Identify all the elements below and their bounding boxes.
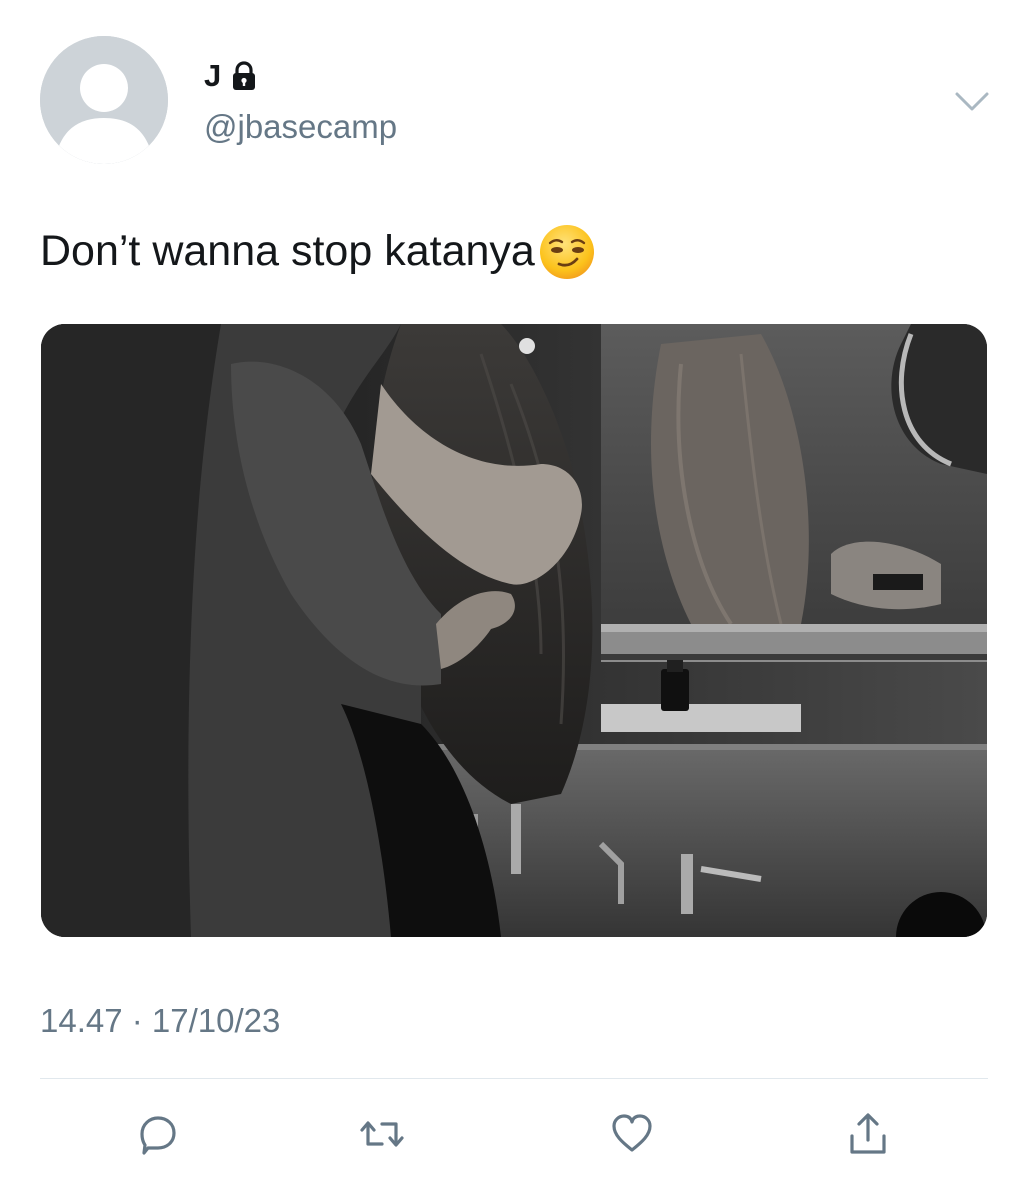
user-handle[interactable]: @jbasecamp	[204, 110, 397, 143]
display-name-row[interactable]: J	[204, 60, 257, 91]
smirking-face-icon	[537, 222, 597, 282]
tweet-photo[interactable]	[41, 324, 987, 937]
divider	[40, 1078, 988, 1079]
like-button[interactable]	[608, 1110, 656, 1158]
display-name: J	[204, 58, 222, 93]
tweet-timestamp[interactable]: 14.47 · 17/10/23	[40, 1004, 280, 1037]
share-button[interactable]	[844, 1110, 892, 1158]
default-avatar-icon	[40, 36, 168, 164]
share-icon	[850, 1113, 886, 1154]
tweet-text-row: Don’t wanna stop katanya	[40, 222, 597, 282]
like-icon	[612, 1114, 652, 1152]
lock-icon	[231, 60, 257, 91]
reply-icon	[140, 1116, 176, 1155]
photo-image	[41, 324, 987, 937]
reply-button[interactable]	[134, 1110, 182, 1158]
avatar[interactable]	[40, 36, 168, 164]
tweet-text: Don’t wanna stop katanya	[40, 227, 535, 276]
chevron-down-icon[interactable]	[952, 88, 992, 116]
retweet-icon	[360, 1121, 404, 1147]
retweet-button[interactable]	[358, 1110, 406, 1158]
